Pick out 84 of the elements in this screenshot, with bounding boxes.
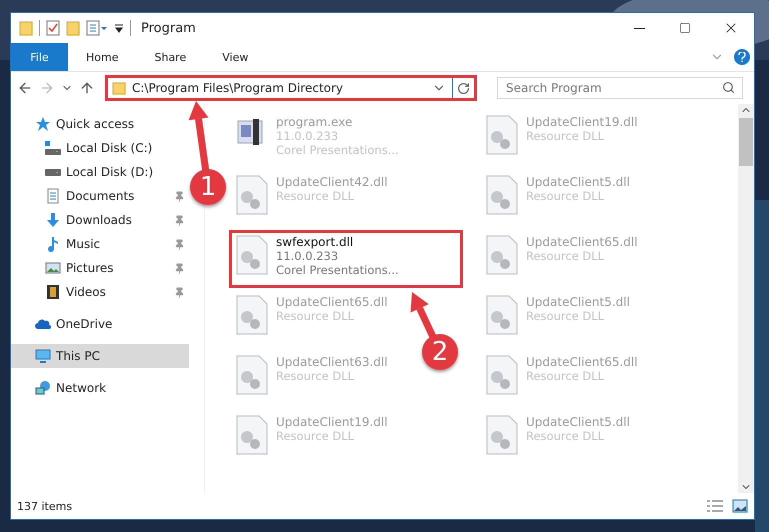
file-item[interactable]: swfexport.dll 11.0.0.233 Corel Presentations... [229, 230, 463, 288]
nav-item[interactable]: Videos [11, 280, 189, 304]
item-count: 137 items [17, 500, 72, 512]
search-field[interactable]: Search Program [497, 77, 743, 99]
file-detail: Resource DLL [276, 189, 356, 203]
gear-file-icon [486, 295, 518, 335]
file-name: swfexport.dll [276, 235, 354, 249]
pin-icon[interactable] [174, 238, 185, 250]
file-detail: 11.0.0.233 [276, 129, 340, 143]
gear-file-icon [486, 235, 518, 275]
nav-item[interactable]: Network [11, 376, 189, 400]
folder-icon [19, 20, 33, 36]
file-detail: Resource DLL [526, 129, 606, 143]
star-icon [35, 116, 51, 132]
file-detail: Resource DLL [526, 189, 606, 203]
ribbon-tab[interactable]: View [204, 43, 266, 71]
ribbon-tab[interactable]: Share [136, 43, 204, 71]
nav-item[interactable]: Quick access [11, 112, 189, 136]
maximize-icon [679, 22, 691, 34]
file-detail: Resource DLL [526, 309, 606, 323]
file-name: UpdateClient63.dll [276, 355, 388, 369]
film-icon [45, 284, 61, 300]
file-detail: Corel Presentations... [276, 263, 399, 277]
picture-icon [45, 260, 61, 276]
network-icon [35, 380, 51, 396]
ribbon-tab[interactable]: File [11, 43, 68, 71]
gear-file-icon [236, 235, 268, 275]
nav-item[interactable]: Downloads [11, 208, 189, 232]
help-icon[interactable] [734, 49, 750, 65]
window-title: Program [141, 20, 196, 36]
gear-file-icon [486, 415, 518, 455]
gear-file-icon [236, 295, 268, 335]
file-detail: Resource DLL [276, 369, 356, 383]
nav-item[interactable]: Local Disk (D:) [11, 160, 189, 184]
file-name: UpdateClient19.dll [526, 115, 638, 129]
folder-icon [112, 81, 126, 95]
file-name: UpdateClient5.dll [526, 295, 630, 309]
file-detail: Resource DLL [526, 429, 606, 443]
file-name: UpdateClient19.dll [276, 415, 388, 429]
nav-item[interactable]: OneDrive [11, 312, 189, 336]
file-detail: 11.0.0.233 [276, 249, 340, 263]
file-name: UpdateClient42.dll [276, 175, 388, 189]
gear-file-icon [236, 355, 268, 395]
pin-icon[interactable] [174, 190, 185, 202]
large-icons-view-icon[interactable] [732, 499, 748, 513]
gear-file-icon [486, 355, 518, 395]
file-name: UpdateClient5.dll [526, 415, 630, 429]
file-name: program.exe [276, 115, 354, 129]
file-name: UpdateClient65.dll [526, 355, 638, 369]
scrollbar[interactable] [738, 104, 754, 493]
pin-icon[interactable] [174, 262, 185, 274]
drive-icon [45, 168, 61, 176]
ribbon-tab[interactable]: Home [68, 43, 136, 71]
file-detail: Corel Presentations... [276, 143, 399, 157]
pin-icon[interactable] [174, 286, 185, 298]
address-field[interactable]: C:\Program Files\Program Directory [105, 75, 477, 101]
nav-item[interactable]: Music [11, 232, 189, 256]
computer-icon [35, 348, 51, 364]
file-detail: Resource DLL [276, 429, 356, 443]
gear-file-icon [486, 175, 518, 215]
gear-file-icon [236, 415, 268, 455]
nav-item[interactable]: Pictures [11, 256, 189, 280]
drive-icon [45, 140, 61, 156]
download-icon [45, 212, 61, 228]
search-icon[interactable] [722, 81, 735, 94]
music-note-icon [45, 236, 61, 252]
scroll-thumb[interactable] [739, 118, 753, 166]
pin-icon[interactable] [174, 214, 185, 226]
file-detail: Resource DLL [526, 249, 606, 263]
refresh-icon[interactable] [457, 82, 470, 94]
file-name: UpdateClient5.dll [526, 175, 630, 189]
nav-item[interactable]: Documents [11, 184, 189, 208]
file-name: UpdateClient65.dll [276, 295, 388, 309]
gear-file-icon [486, 115, 518, 155]
file-name: UpdateClient65.dll [526, 235, 638, 249]
file-detail: Resource DLL [276, 309, 356, 323]
file-detail: Resource DLL [526, 369, 606, 383]
nav-item[interactable]: This PC [11, 344, 189, 368]
properties-icon[interactable] [46, 20, 60, 36]
details-view-icon[interactable] [706, 499, 724, 513]
gear-file-icon [236, 175, 268, 215]
layout-icon[interactable] [86, 20, 108, 36]
nav-item[interactable]: Local Disk (C:) [11, 136, 189, 160]
document-icon [45, 188, 61, 204]
